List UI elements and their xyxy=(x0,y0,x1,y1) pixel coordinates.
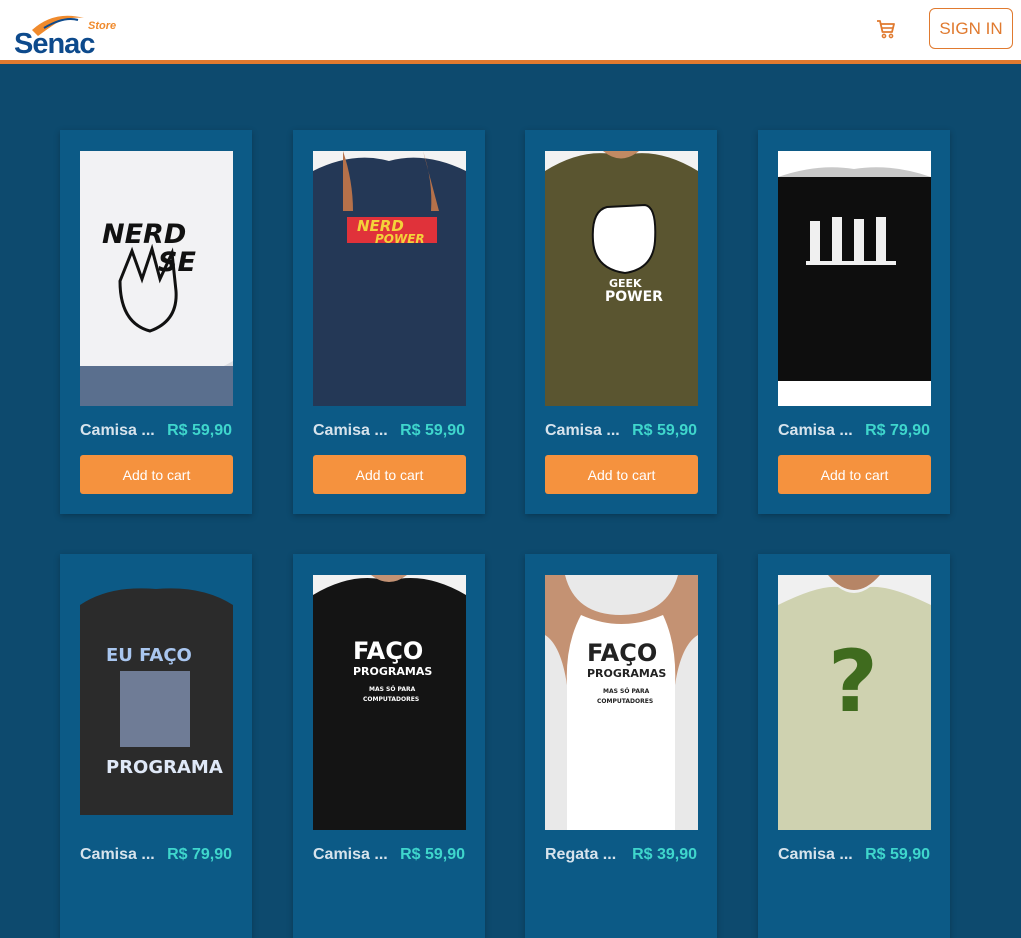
logo-wordmark: Senac xyxy=(14,28,95,60)
product-price: R$ 79,90 xyxy=(865,422,930,439)
product-price: R$ 79,90 xyxy=(167,846,232,863)
shirt-print-line: PROGRAMAS xyxy=(353,665,432,678)
product-name[interactable]: Camisa ... xyxy=(778,422,858,440)
shirt-print-line: PROGRAMA xyxy=(106,757,223,778)
senac-store-logo[interactable]: Store Senac xyxy=(14,6,118,60)
product-name[interactable]: Camisa ... xyxy=(313,846,393,864)
product-image-black-tshirt-programa[interactable]: EU FAÇO PROGRAMA xyxy=(80,575,233,830)
product-image-black-tshirt[interactable] xyxy=(778,151,931,406)
sign-in-button[interactable]: SIGN IN xyxy=(929,8,1013,49)
shirt-print-line: EU FAÇO xyxy=(106,645,192,666)
product-image-black-tshirt-faco[interactable]: FAÇO PROGRAMAS MAS SÓ PARA COMPUTADORES xyxy=(313,575,466,830)
shirt-print-line: POWER xyxy=(375,232,425,246)
product-name[interactable]: Camisa ... xyxy=(80,846,160,864)
product-price: R$ 59,90 xyxy=(400,846,465,863)
product-card: NERD POWER Camisa ... R$ 59,90 Add to ca… xyxy=(293,130,485,514)
shirt-print-line: COMPUTADORES xyxy=(597,698,653,705)
product-card: FAÇO PROGRAMAS MAS SÓ PARA COMPUTADORES … xyxy=(525,554,717,938)
add-to-cart-button[interactable]: Add to cart xyxy=(80,455,233,494)
add-to-cart-button[interactable]: Add to cart xyxy=(313,455,466,494)
product-name[interactable]: Regata ... xyxy=(545,846,625,864)
product-image-olive-tshirt[interactable]: GEEK POWER xyxy=(545,151,698,406)
product-card: ? Camisa ... R$ 59,90 xyxy=(758,554,950,938)
product-name[interactable]: Camisa ... xyxy=(80,422,160,440)
product-image-white-tshirt[interactable]: NERD SE xyxy=(80,151,233,406)
product-card: GEEK POWER Camisa ... R$ 59,90 Add to ca… xyxy=(525,130,717,514)
add-to-cart-button[interactable]: Add to cart xyxy=(778,455,931,494)
add-to-cart-button[interactable]: Add to cart xyxy=(545,455,698,494)
product-card: Camisa ... R$ 79,90 Add to cart xyxy=(758,130,950,514)
product-name[interactable]: Camisa ... xyxy=(778,846,858,864)
product-name[interactable]: Camisa ... xyxy=(545,422,625,440)
product-price: R$ 59,90 xyxy=(632,422,697,439)
product-image-beige-tshirt[interactable]: ? xyxy=(778,575,931,830)
product-price: R$ 59,90 xyxy=(167,422,232,439)
shirt-print-line: FAÇO xyxy=(353,637,423,665)
shirt-print-line: FAÇO xyxy=(587,639,657,667)
shirt-print-line: NERD xyxy=(102,219,186,250)
product-card: FAÇO PROGRAMAS MAS SÓ PARA COMPUTADORES … xyxy=(293,554,485,938)
product-card: EU FAÇO PROGRAMA Camisa ... R$ 79,90 xyxy=(60,554,252,938)
product-image-navy-tshirt[interactable]: NERD POWER xyxy=(313,151,466,406)
shirt-print-line: COMPUTADORES xyxy=(363,696,419,703)
product-price: R$ 59,90 xyxy=(865,846,930,863)
product-name[interactable]: Camisa ... xyxy=(313,422,393,440)
product-card: NERD SE Camisa ... R$ 59,90 Add to cart xyxy=(60,130,252,514)
shirt-print-line: POWER xyxy=(605,289,663,305)
shirt-print-line: MAS SÓ PARA xyxy=(369,686,416,693)
shirt-print-line: PROGRAMAS xyxy=(587,667,666,680)
product-price: R$ 39,90 xyxy=(632,846,697,863)
product-image-white-tanktop[interactable]: FAÇO PROGRAMAS MAS SÓ PARA COMPUTADORES xyxy=(545,575,698,830)
product-price: R$ 59,90 xyxy=(400,422,465,439)
shirt-print-line: MAS SÓ PARA xyxy=(603,688,650,695)
shirt-print-line: ? xyxy=(828,632,878,732)
cart-icon[interactable] xyxy=(874,17,898,41)
top-navbar: Store Senac SIGN IN xyxy=(0,0,1021,64)
